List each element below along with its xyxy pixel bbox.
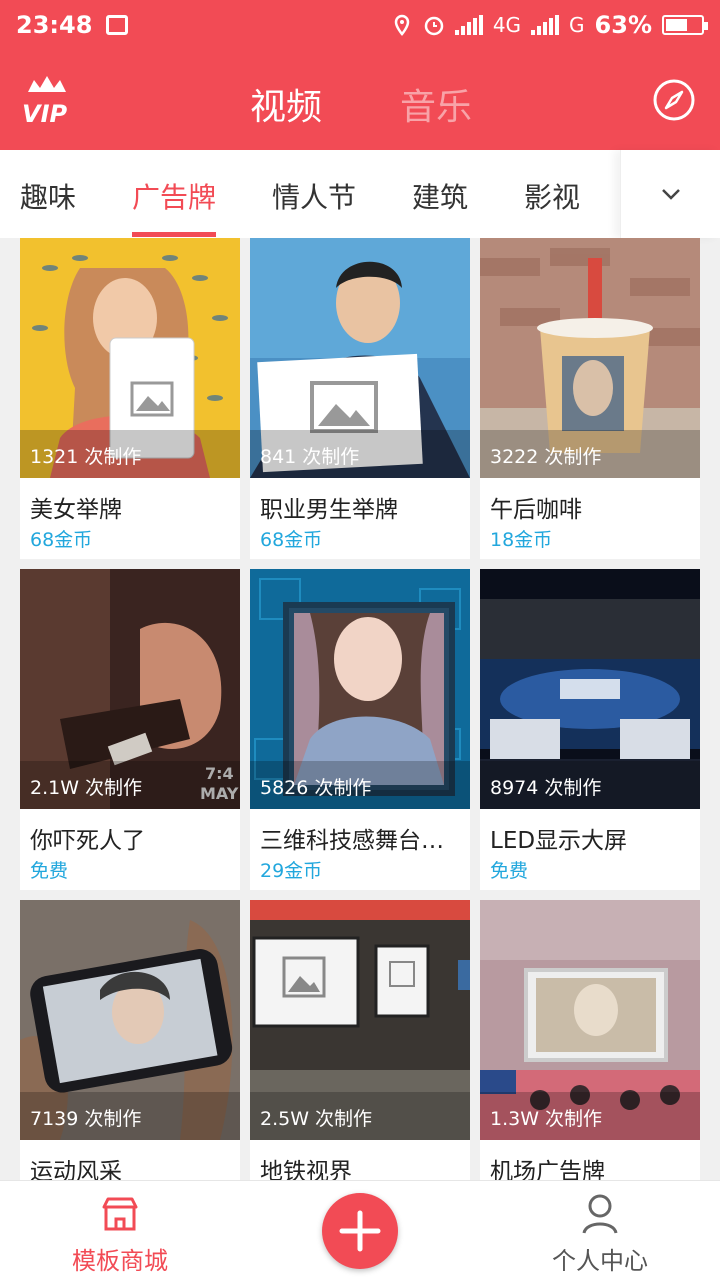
status-time: 23:48 [16, 11, 93, 39]
usage-count: 5826 次制作 [250, 761, 470, 809]
template-card[interactable]: 3222 次制作 午后咖啡 18金币 [480, 238, 700, 559]
battery-percent: 63% [594, 11, 652, 39]
template-title: 地铁视界 [260, 1159, 352, 1180]
category-expand-button[interactable] [620, 150, 720, 238]
template-card[interactable]: 1.3W 次制作 机场广告牌 [480, 900, 700, 1180]
app-header: VIP 视频 音乐 [0, 50, 720, 150]
template-price: 68金币 [30, 529, 93, 551]
template-price: 免费 [30, 860, 69, 882]
usage-count: 2.5W 次制作 [250, 1092, 470, 1140]
usage-count: 2.1W 次制作 [20, 761, 240, 809]
template-title: 机场广告牌 [490, 1159, 605, 1180]
template-card[interactable]: 8974 次制作 LED显示大屏 免费 [480, 569, 700, 890]
usage-count: 3222 次制作 [480, 430, 700, 478]
template-thumbnail: 841 次制作 [250, 238, 470, 478]
svg-text:VIP: VIP [22, 100, 68, 126]
usage-count: 1.3W 次制作 [480, 1092, 700, 1140]
chevron-down-icon [662, 189, 680, 200]
usage-count: 8974 次制作 [480, 761, 700, 809]
tab-video[interactable]: 视频 [250, 78, 322, 130]
usage-count: 7139 次制作 [20, 1092, 240, 1140]
usage-count: 1321 次制作 [20, 430, 240, 478]
template-title: 职业男生举牌 [260, 497, 398, 523]
template-price: 29金币 [260, 860, 323, 882]
screenshot-icon [106, 15, 129, 35]
template-thumbnail: 8974 次制作 [480, 569, 700, 809]
user-icon [582, 1194, 618, 1234]
category-tabs: 趣味 广告牌 情人节 建筑 影视 [0, 150, 720, 238]
signal-icon [454, 15, 483, 35]
template-thumbnail: 1321 次制作 [20, 238, 240, 478]
active-tab-indicator [132, 232, 216, 237]
template-price: 免费 [490, 860, 529, 882]
category-tab-valentine[interactable]: 情人节 [272, 176, 356, 216]
template-price: 18金币 [490, 529, 553, 551]
bottom-nav: 模板商城 个人中心 [0, 1180, 720, 1280]
template-card[interactable]: 7:4 MAY 2.1W 次制作 你吓死人了 免费 [20, 569, 240, 890]
template-title: LED显示大屏 [490, 828, 628, 854]
template-thumbnail: 7:4 MAY 2.1W 次制作 [20, 569, 240, 809]
template-thumbnail: 7139 次制作 [20, 900, 240, 1140]
usage-count: 841 次制作 [250, 430, 470, 478]
network-type-2: G [569, 13, 585, 37]
template-title: 美女举牌 [30, 497, 122, 523]
template-thumbnail: 5826 次制作 [250, 569, 470, 809]
network-type-1: 4G [492, 13, 522, 37]
template-card[interactable]: 5826 次制作 三维科技感舞台… 29金币 [250, 569, 470, 890]
template-thumbnail: 2.5W 次制作 [250, 900, 470, 1140]
template-thumbnail: 1.3W 次制作 [480, 900, 700, 1140]
create-button[interactable] [322, 1193, 398, 1269]
battery-icon [662, 15, 708, 35]
template-grid: 1321 次制作 美女举牌 68金币 841 次制作 职业男生举牌 68金币 3… [0, 238, 720, 1180]
nav-profile[interactable]: 个人中心 [500, 1181, 700, 1280]
alarm-icon [424, 16, 444, 36]
store-icon [102, 1197, 138, 1231]
status-bar: 23:48 4G G 63% [0, 0, 720, 50]
signal-icon-2 [531, 15, 560, 35]
category-tab-film[interactable]: 影视 [524, 176, 580, 216]
nav-profile-label: 个人中心 [552, 1247, 648, 1275]
template-title: 午后咖啡 [490, 497, 582, 523]
compass-icon[interactable] [652, 78, 696, 122]
template-card[interactable]: 841 次制作 职业男生举牌 68金币 [250, 238, 470, 559]
template-title: 三维科技感舞台… [260, 828, 444, 854]
template-card[interactable]: 1321 次制作 美女举牌 68金币 [20, 238, 240, 559]
location-icon [394, 14, 410, 36]
template-card[interactable]: 7139 次制作 运动风采 [20, 900, 240, 1180]
plus-icon [339, 1210, 381, 1252]
nav-store-label: 模板商城 [72, 1247, 168, 1275]
nav-template-store[interactable]: 模板商城 [20, 1181, 220, 1280]
vip-icon[interactable]: VIP [18, 74, 76, 126]
category-tab-billboard[interactable]: 广告牌 [132, 176, 216, 216]
template-thumbnail: 3222 次制作 [480, 238, 700, 478]
template-card[interactable]: 2.5W 次制作 地铁视界 [250, 900, 470, 1180]
template-title: 你吓死人了 [30, 828, 145, 854]
category-tab-architecture[interactable]: 建筑 [412, 176, 468, 216]
tab-music[interactable]: 音乐 [400, 78, 472, 130]
template-title: 运动风采 [30, 1159, 122, 1180]
category-tab-fun[interactable]: 趣味 [20, 176, 76, 216]
template-price: 68金币 [260, 529, 323, 551]
